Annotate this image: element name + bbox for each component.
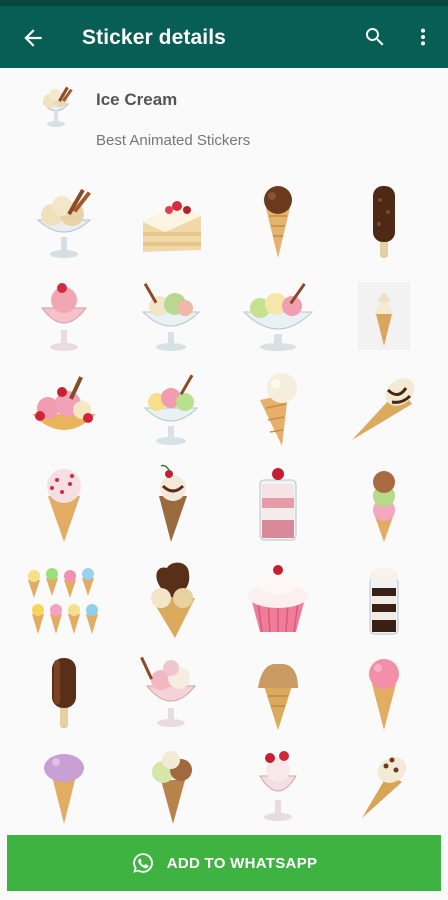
- sticker-triple-scoop-cone[interactable]: [344, 464, 424, 544]
- sticker-pistachio-sundae[interactable]: [131, 276, 211, 356]
- sticker-sprinkle-cone[interactable]: [24, 464, 104, 544]
- sticker-chocolate-heart-cone[interactable]: [131, 558, 211, 638]
- sticker-pack-header: Ice Cream Best Animated Stickers: [0, 68, 448, 168]
- sticker-many-cones[interactable]: [24, 558, 104, 638]
- sticker-vanilla-cone[interactable]: [238, 370, 318, 450]
- sticker-strawberry-sundae[interactable]: [24, 276, 104, 356]
- back-arrow-icon[interactable]: [20, 25, 46, 51]
- sticker-mixed-sundae-bowl[interactable]: [238, 276, 318, 356]
- whatsapp-icon: [132, 853, 153, 873]
- add-to-whatsapp-button[interactable]: ADD TO WHATSAPP: [7, 835, 441, 891]
- sticker-nut-cone[interactable]: [344, 746, 424, 826]
- sticker-strawberry-parfait[interactable]: [238, 746, 318, 826]
- sticker-rainbow-sundae[interactable]: [131, 370, 211, 450]
- sticker-chocolate-popsicle[interactable]: [344, 182, 424, 262]
- sticker-soft-serve-cone[interactable]: [344, 276, 424, 356]
- sticker-cherry-cone[interactable]: [131, 464, 211, 544]
- add-to-whatsapp-label: ADD TO WHATSAPP: [166, 854, 318, 872]
- pack-name: Ice Cream: [96, 90, 178, 109]
- sticker-cake-slice[interactable]: [131, 182, 211, 262]
- sticker-chocolate-drizzle-cone[interactable]: [344, 370, 424, 450]
- page-title: Sticker details: [82, 26, 226, 49]
- more-vert-icon[interactable]: [412, 25, 434, 49]
- sticker-double-scoop-cone[interactable]: [131, 746, 211, 826]
- sticker-choc-bar[interactable]: [24, 652, 104, 732]
- sticker-parfait-glass[interactable]: [238, 464, 318, 544]
- sticker-cookies-cream-cup[interactable]: [344, 558, 424, 638]
- pack-tray-icon: [42, 86, 73, 127]
- pack-publisher: Best Animated Stickers: [96, 132, 251, 149]
- sticker-sundae-glass[interactable]: [24, 182, 104, 262]
- sticker-berry-sundae-glass[interactable]: [131, 652, 211, 732]
- sticker-fruit-sundae-cup[interactable]: [24, 370, 104, 450]
- sticker-purple-cone[interactable]: [24, 746, 104, 826]
- search-icon[interactable]: [363, 25, 387, 49]
- app-bar: Sticker details: [0, 6, 448, 68]
- sticker-pink-cone[interactable]: [344, 652, 424, 732]
- sticker-cupcake[interactable]: [238, 558, 318, 638]
- sticker-chocolate-cone[interactable]: [238, 182, 318, 262]
- sticker-caramel-cone[interactable]: [238, 652, 318, 732]
